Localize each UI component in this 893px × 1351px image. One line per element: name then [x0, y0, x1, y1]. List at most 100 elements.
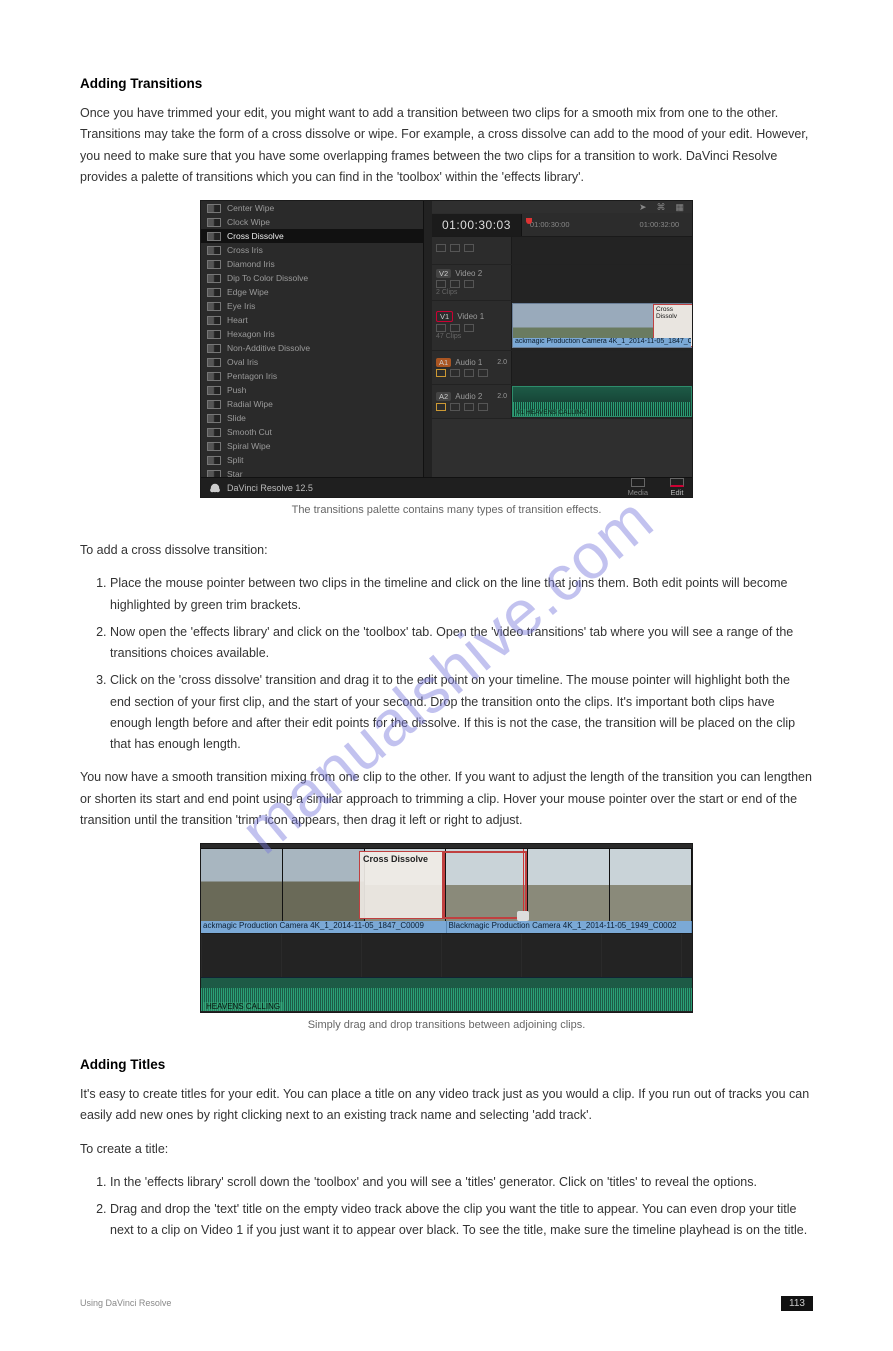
- transition-label: Pentagon Iris: [227, 371, 277, 381]
- edit-page-icon: [670, 478, 684, 487]
- transition-icon: [207, 288, 221, 297]
- clip-thumbnail[interactable]: [610, 849, 692, 921]
- transition-icon: [207, 386, 221, 395]
- page-tab-label: Edit: [671, 488, 684, 497]
- audio-clip[interactable]: 01 HEAVENS CALLING: [512, 386, 692, 417]
- step-item: Drag and drop the 'text' title on the em…: [110, 1199, 813, 1242]
- transition-label: Radial Wipe: [227, 399, 273, 409]
- figure-caption: The transitions palette contains many ty…: [80, 504, 813, 516]
- transition-row[interactable]: Heart: [201, 313, 423, 327]
- track-body-a2[interactable]: 01 HEAVENS CALLING: [512, 385, 692, 418]
- transition-icon: [207, 456, 221, 465]
- transition-row[interactable]: Pentagon Iris: [201, 369, 423, 383]
- transition-row[interactable]: Non-Additive Dissolve: [201, 341, 423, 355]
- transition-label: Heart: [227, 315, 248, 325]
- figure-caption: Simply drag and drop transitions between…: [80, 1019, 813, 1031]
- paragraph: You now have a smooth transition mixing …: [80, 767, 813, 831]
- track-name: Video 2: [455, 269, 482, 278]
- timecode-display[interactable]: 01:00:30:03: [432, 214, 522, 236]
- track-name: Video 1: [457, 312, 484, 321]
- transition-label: Non-Additive Dissolve: [227, 343, 310, 353]
- track-header-v1[interactable]: V1Video 1 47 Clips: [432, 301, 512, 350]
- audio-track-row[interactable]: HEAVENS CALLING: [201, 977, 692, 1011]
- transition-icon: [207, 316, 221, 325]
- transition-label: Hexagon Iris: [227, 329, 275, 339]
- transition-icon: [207, 470, 221, 478]
- app-footer: DaVinci Resolve 12.5 Media Edit: [201, 477, 692, 497]
- track-name: Audio 1: [455, 358, 482, 367]
- transition-row[interactable]: Center Wipe: [201, 201, 423, 215]
- track-body-v1[interactable]: Cross Dissolv ackmagic Production Camera…: [512, 301, 692, 350]
- transition-row[interactable]: Smooth Cut: [201, 425, 423, 439]
- transition-row[interactable]: Clock Wipe: [201, 215, 423, 229]
- trim-cursor-icon: [517, 911, 529, 921]
- step-item: Click on the 'cross dissolve' transition…: [110, 670, 813, 755]
- clip-thumbnail[interactable]: [201, 849, 283, 921]
- transition-icon: [207, 372, 221, 381]
- app-brand: DaVinci Resolve 12.5: [209, 482, 313, 494]
- transition-row[interactable]: Star: [201, 467, 423, 477]
- transition-label: Push: [227, 385, 246, 395]
- page-tab-label: Media: [628, 488, 648, 497]
- transition-row[interactable]: Slide: [201, 411, 423, 425]
- track-body-a1[interactable]: [512, 351, 692, 384]
- transition-block[interactable]: Cross Dissolve: [359, 851, 443, 919]
- track-body[interactable]: [512, 237, 692, 264]
- transition-icon: [207, 246, 221, 255]
- selection-tool-icon[interactable]: ➤: [639, 202, 647, 213]
- audio-level: 2.0: [497, 359, 507, 366]
- timeline-toolbar: ➤ ⌘ ▦: [432, 201, 692, 213]
- page-number: 113: [781, 1296, 813, 1311]
- video-track-row[interactable]: Cross Dissolve: [201, 849, 692, 921]
- transition-list[interactable]: Center WipeClock WipeCross DissolveCross…: [201, 201, 424, 477]
- paragraph: Once you have trimmed your edit, you mig…: [80, 103, 813, 188]
- transition-row[interactable]: Cross Dissolve: [201, 229, 423, 243]
- clip-thumbnail[interactable]: [283, 849, 365, 921]
- ruler-tick: 01:00:32:00: [640, 220, 680, 229]
- track-body-v2[interactable]: [512, 265, 692, 300]
- transition-row[interactable]: Cross Iris: [201, 243, 423, 257]
- empty-track[interactable]: [201, 933, 692, 977]
- selection-outline: [443, 851, 527, 919]
- track-header-v2[interactable]: V2Video 2 2 Clips: [432, 265, 512, 300]
- lock-icon[interactable]: [436, 244, 446, 252]
- track-note: 47 Clips: [436, 333, 507, 340]
- step-item: In the 'effects library' scroll down the…: [110, 1172, 813, 1193]
- transition-row[interactable]: Radial Wipe: [201, 397, 423, 411]
- transition-row[interactable]: Oval Iris: [201, 355, 423, 369]
- page-tab-edit[interactable]: Edit: [670, 478, 684, 497]
- transition-row[interactable]: Push: [201, 383, 423, 397]
- transition-label: Eye Iris: [227, 301, 255, 311]
- scrollbar[interactable]: [424, 201, 432, 477]
- transition-row[interactable]: Edge Wipe: [201, 285, 423, 299]
- steps-list: Place the mouse pointer between two clip…: [80, 573, 813, 755]
- transition-row[interactable]: Split: [201, 453, 423, 467]
- section-title-transitions: Adding Transitions: [80, 76, 813, 91]
- time-ruler[interactable]: 01:00:30:00 01:00:32:00: [522, 220, 692, 229]
- clip-name-label: ackmagic Production Camera 4K_1_2014-11-…: [513, 338, 691, 347]
- screenshot-transitions-palette: Center WipeClock WipeCross DissolveCross…: [200, 200, 693, 498]
- clip-thumbnail[interactable]: [528, 849, 610, 921]
- clip-name-bar: ackmagic Production Camera 4K_1_2014-11-…: [201, 921, 692, 933]
- transition-row[interactable]: Spiral Wipe: [201, 439, 423, 453]
- page-footer: Using DaVinci Resolve 113: [80, 1290, 813, 1311]
- steps-list: In the 'effects library' scroll down the…: [80, 1172, 813, 1242]
- track-header-a1[interactable]: A1 Audio 1 2.0: [432, 351, 512, 384]
- transition-row[interactable]: Dip To Color Dissolve: [201, 271, 423, 285]
- link-tool-icon[interactable]: ⌘: [656, 202, 665, 213]
- transition-row[interactable]: Eye Iris: [201, 299, 423, 313]
- transition-label: Spiral Wipe: [227, 441, 270, 451]
- transition-row[interactable]: Hexagon Iris: [201, 327, 423, 341]
- track-header-v3[interactable]: [432, 237, 512, 264]
- transition-row[interactable]: Diamond Iris: [201, 257, 423, 271]
- track-badge: A1: [436, 358, 451, 367]
- track-note: [436, 253, 507, 260]
- video-clip[interactable]: Cross Dissolv ackmagic Production Camera…: [512, 303, 692, 348]
- eye-icon[interactable]: [450, 244, 460, 252]
- page-tab-media[interactable]: Media: [628, 478, 648, 497]
- mute-icon[interactable]: [464, 244, 474, 252]
- track-note: 2 Clips: [436, 289, 507, 296]
- snap-tool-icon[interactable]: ▦: [675, 202, 684, 213]
- track-header-a2[interactable]: A2Audio 22.0: [432, 385, 512, 418]
- track-name: Audio 2: [455, 392, 482, 401]
